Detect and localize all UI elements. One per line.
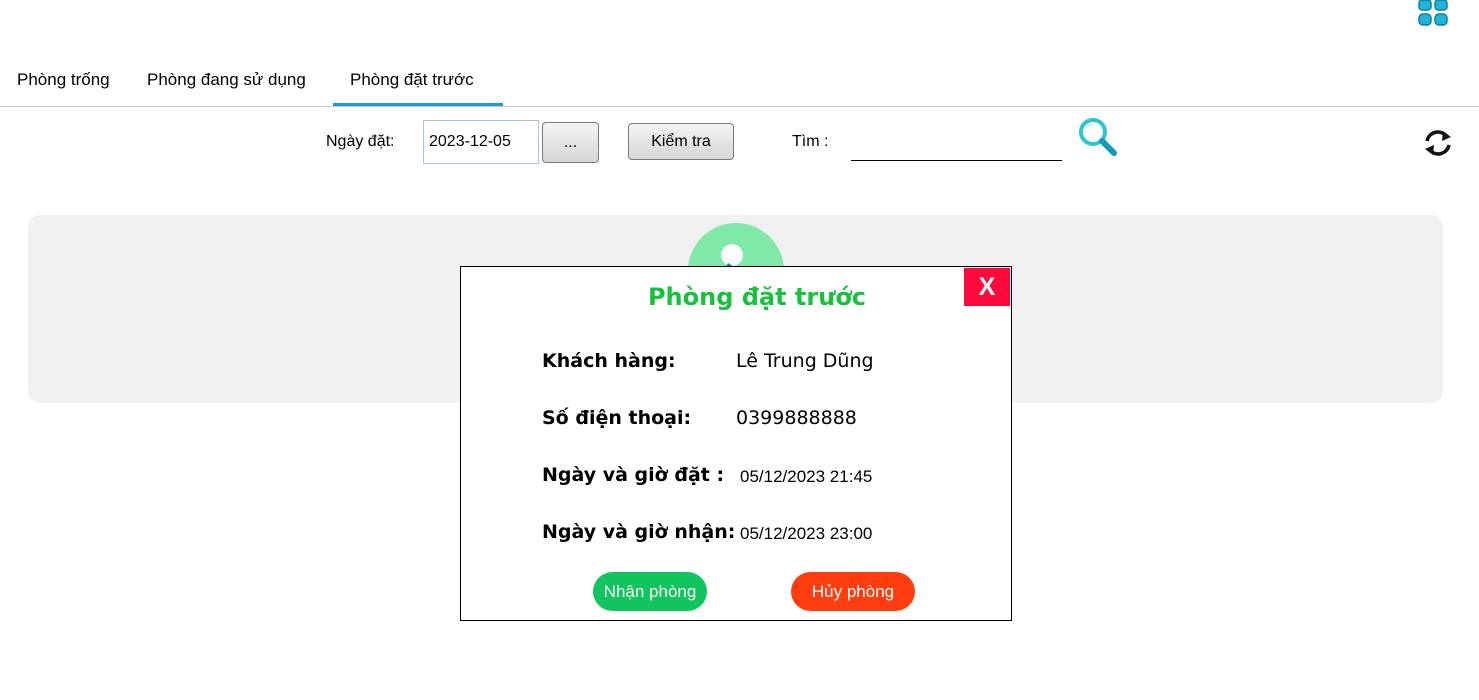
phone-label: Số điện thoại:	[542, 407, 692, 429]
search-icon[interactable]	[1076, 116, 1118, 158]
date-input[interactable]	[423, 120, 539, 164]
date-label: Ngày đặt:	[326, 133, 395, 150]
checkin-datetime-label: Ngày và giờ nhận:	[542, 521, 736, 543]
tab-rooms-in-use[interactable]: Phòng đang sử dụng	[130, 60, 323, 106]
check-in-button[interactable]: Nhận phòng	[593, 572, 707, 611]
reservation-dialog: X Phòng đặt trước Khách hàng: Lê Trung D…	[460, 266, 1012, 621]
booking-datetime-label: Ngày và giờ đặt :	[542, 464, 725, 486]
tab-bar: Phòng trống Phòng đang sử dụng Phòng đặt…	[0, 60, 1479, 107]
customer-label: Khách hàng:	[542, 350, 676, 372]
refresh-icon[interactable]	[1422, 128, 1454, 158]
checkin-datetime-value: 05/12/2023 23:00	[740, 524, 873, 543]
apps-grid-icon[interactable]	[1418, 0, 1448, 26]
tab-empty-rooms[interactable]: Phòng trống	[0, 60, 127, 106]
search-input[interactable]	[851, 132, 1062, 161]
booking-datetime-value: 05/12/2023 21:45	[740, 467, 873, 486]
check-button[interactable]: Kiểm tra	[628, 123, 734, 160]
dialog-title: Phòng đặt trước	[647, 283, 867, 311]
date-picker-button[interactable]: ...	[542, 122, 599, 163]
customer-value: Lê Trung Dũng	[736, 350, 874, 372]
phone-value: 0399888888	[736, 407, 857, 429]
tab-reserved-rooms[interactable]: Phòng đặt trước	[333, 60, 503, 106]
search-label: Tìm :	[792, 133, 829, 150]
cancel-booking-button[interactable]: Hủy phòng	[791, 572, 915, 611]
